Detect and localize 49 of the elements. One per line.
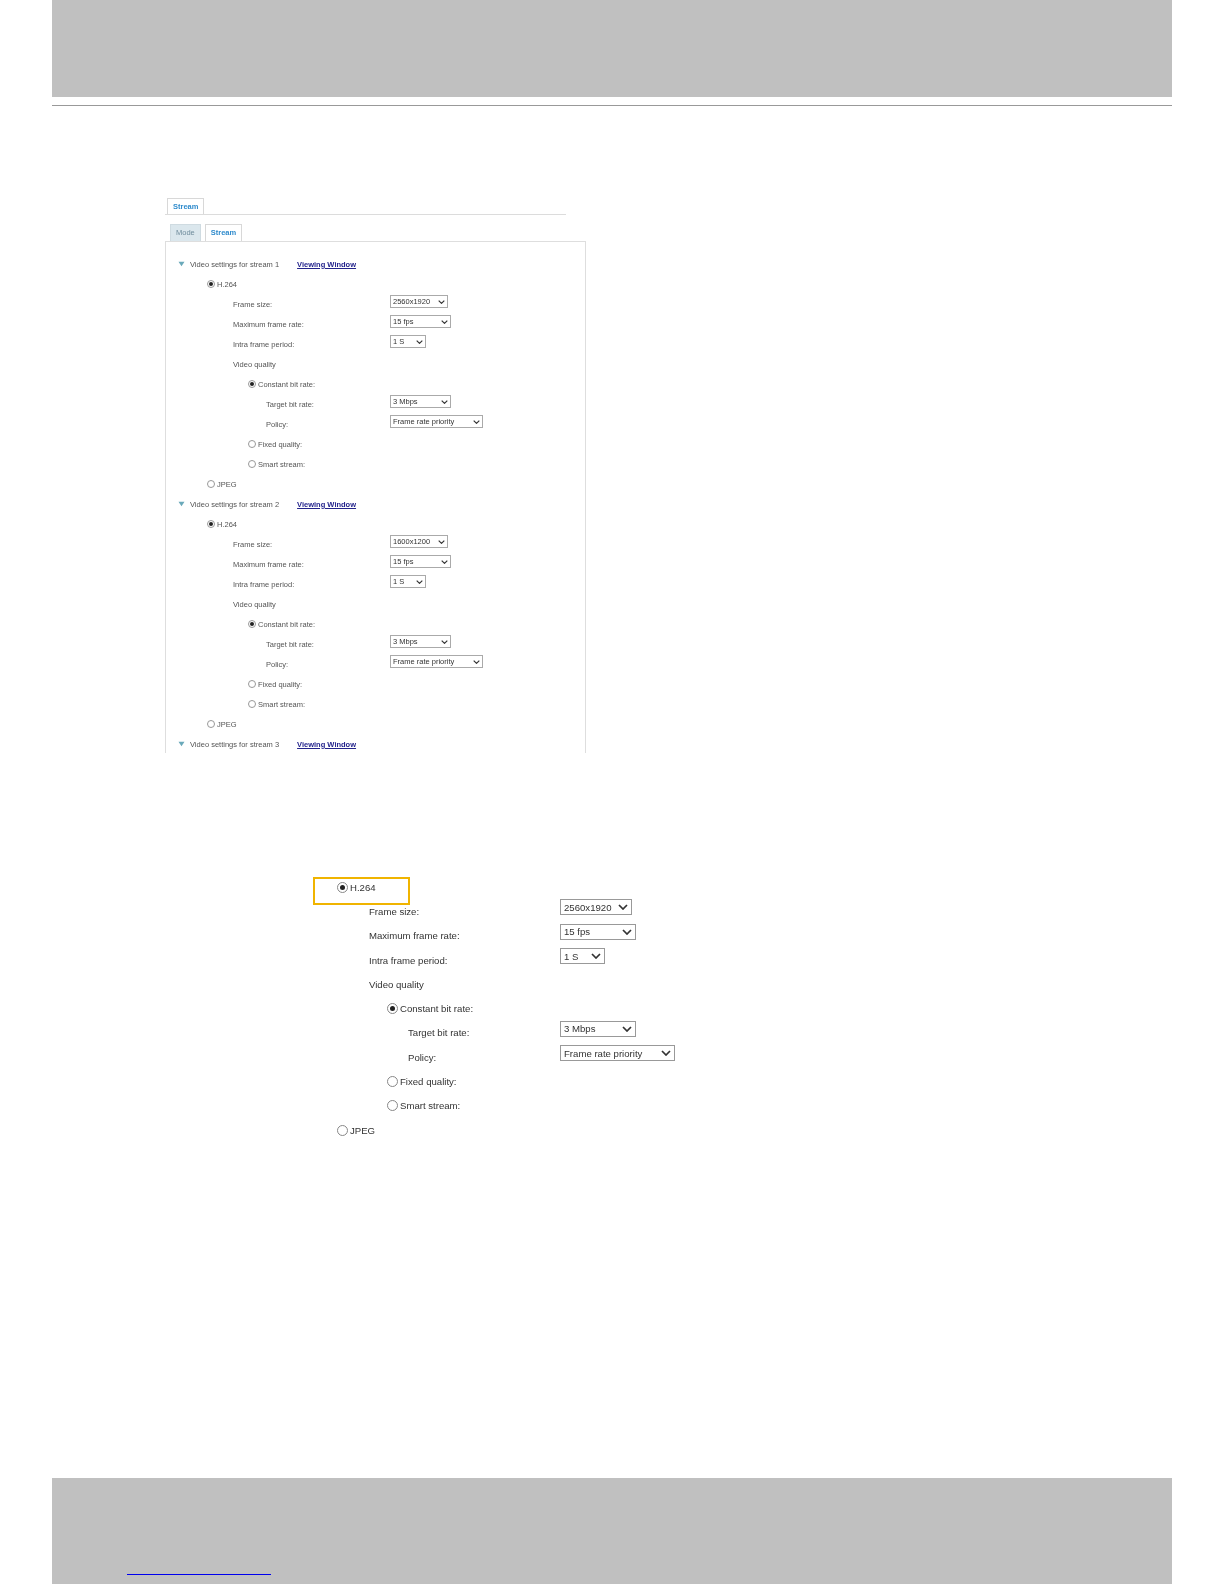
caret-icon [622,928,632,935]
field-label: Maximum frame rate: [369,930,460,942]
caret-icon [416,339,423,344]
radio-button[interactable] [248,460,256,468]
caret-icon [441,639,448,644]
caret-icon [438,299,445,304]
dropdown[interactable]: 2560x1920 [560,899,632,916]
radio-button[interactable] [337,1124,348,1136]
dropdown[interactable]: 15 fps [560,923,636,940]
option-label: H.264 [350,881,376,893]
caret-icon [661,1050,671,1057]
field-label: Policy: [408,1051,437,1063]
caret-icon [591,953,601,960]
dropdown[interactable]: 1 S [560,948,605,965]
caret-icon [441,399,448,404]
disclosure-triangle-icon[interactable] [178,741,185,747]
disclosure-triangle-icon[interactable] [178,261,185,267]
radio-button[interactable] [387,1076,398,1087]
radio-button[interactable] [248,440,256,448]
caret-icon [473,659,480,664]
option-label: Fixed quality: [400,1076,457,1087]
radio-button[interactable] [248,380,256,388]
option-label: Constant bit rate: [400,1003,474,1015]
field-label: Frame size: [369,905,420,917]
dropdown[interactable]: 3 Mbps [560,1020,636,1037]
field-label: Target bit rate: [408,1027,470,1039]
radio-button[interactable] [248,700,256,708]
caret-icon [438,539,445,544]
caret-icon [441,559,448,564]
caret-icon [416,579,423,584]
caret-icon [441,319,448,324]
caret-icon [618,904,628,911]
radio-button[interactable] [207,520,215,528]
caret-icon [622,1025,632,1032]
radio-button[interactable] [387,1003,398,1015]
radio-button[interactable] [337,881,348,893]
option-label: Smart stream: [400,1100,461,1112]
disclosure-triangle-icon[interactable] [178,501,185,507]
radio-button[interactable] [387,1100,398,1112]
dropdown[interactable]: Frame rate priority [560,1045,675,1062]
option-label: JPEG [350,1124,376,1136]
caret-icon [473,419,480,424]
radio-button[interactable] [207,280,215,288]
group-label: Video quality [369,978,424,990]
radio-button[interactable] [248,620,256,628]
radio-button[interactable] [207,480,215,488]
radio-button[interactable] [207,720,215,728]
field-label: Intra frame period: [369,954,448,966]
radio-button[interactable] [248,680,256,688]
